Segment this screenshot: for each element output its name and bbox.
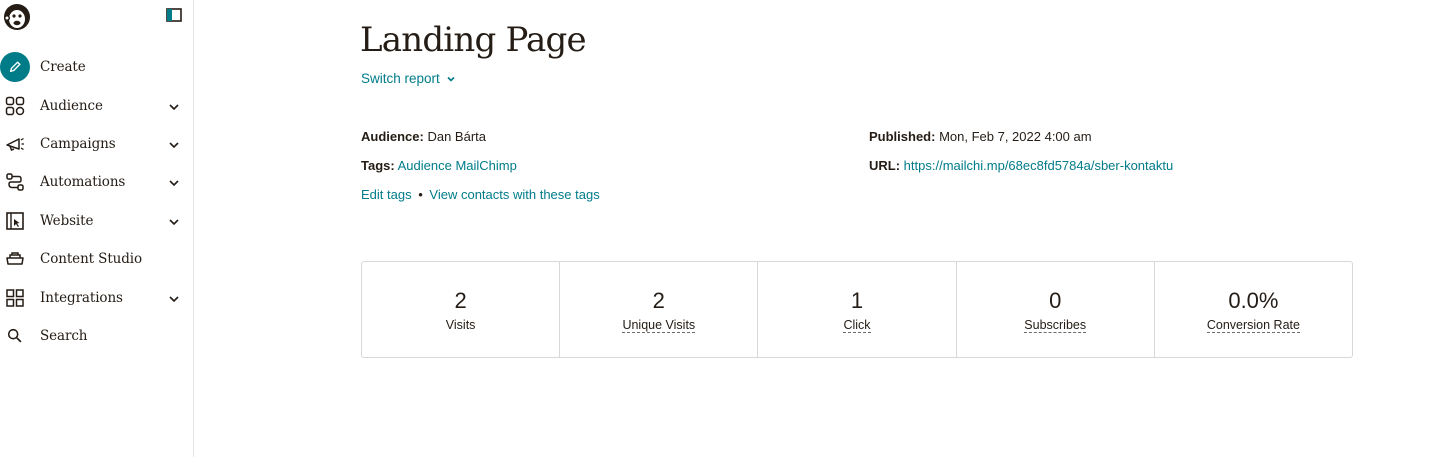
pencil-icon (0, 52, 30, 83)
sidebar-item-create[interactable]: Create (0, 48, 193, 86)
landing-page-url-link[interactable]: https://mailchi.mp/68ec8fd5784a/sber-kon… (904, 158, 1174, 173)
chevron-down-icon (168, 292, 180, 304)
edit-tags-link[interactable]: Edit tags (361, 187, 412, 202)
view-contacts-link[interactable]: View contacts with these tags (429, 187, 599, 202)
audience-value: Dan Bárta (427, 129, 487, 144)
separator: • (418, 187, 423, 202)
stat-label-tooltip[interactable]: Subscribes (1024, 318, 1087, 333)
page-title: Landing Page (360, 20, 587, 60)
sidebar-item-label: Integrations (40, 289, 123, 306)
tags-label: Tags: (361, 158, 395, 173)
sidebar-item-integrations[interactable]: Integrations (0, 278, 193, 316)
search-icon (4, 325, 26, 347)
published-info: Published: Mon, Feb 7, 2022 4:00 am (869, 129, 1092, 144)
published-label: Published: (869, 129, 936, 144)
sidebar-item-content-studio[interactable]: Content Studio (0, 240, 193, 278)
sidebar-item-search[interactable]: Search (0, 317, 193, 355)
audience-label: Audience: (361, 129, 424, 144)
switch-report-label: Switch report (361, 71, 440, 86)
sidebar-item-label: Content Studio (40, 251, 143, 268)
tag-actions: Edit tags • View contacts with these tag… (361, 187, 600, 202)
sidebar-item-label: Website (40, 212, 94, 229)
published-value: Mon, Feb 7, 2022 4:00 am (939, 129, 1092, 144)
tag-link[interactable]: Audience MailChimp (398, 158, 517, 173)
sidebar-item-website[interactable]: Website (0, 202, 193, 240)
stat-subscribes: 0 Subscribes (957, 262, 1155, 357)
sidebar-item-campaigns[interactable]: Campaigns (0, 125, 193, 163)
stat-label-tooltip[interactable]: Conversion Rate (1206, 318, 1300, 333)
chevron-down-icon (168, 100, 180, 112)
stat-value: 2 (454, 288, 467, 313)
url-label: URL: (869, 158, 901, 173)
sidebar: Create Audience Campaigns Automations We… (0, 0, 194, 457)
mailchimp-logo-icon[interactable] (2, 2, 32, 32)
chevron-down-icon (168, 138, 180, 150)
sidebar-nav: Create Audience Campaigns Automations We… (0, 48, 193, 355)
sidebar-item-label: Search (40, 327, 88, 344)
chevron-down-icon (168, 176, 180, 188)
stat-label: Visits (445, 318, 476, 332)
chevron-down-icon (447, 76, 455, 82)
stat-click: 1 Click (758, 262, 957, 357)
url-info: URL: https://mailchi.mp/68ec8fd5784a/sbe… (869, 158, 1173, 173)
stat-label-tooltip[interactable]: Click (843, 318, 871, 333)
stat-value: 0.0% (1228, 288, 1279, 313)
switch-report-button[interactable]: Switch report (361, 71, 456, 86)
sidebar-item-audience[interactable]: Audience (0, 86, 193, 124)
stat-value: 2 (652, 288, 665, 313)
automations-icon (4, 171, 26, 193)
sidebar-item-label: Campaigns (40, 135, 116, 152)
sidebar-item-label: Audience (40, 97, 103, 114)
chevron-down-icon (168, 215, 180, 227)
stat-conversion-rate: 0.0% Conversion Rate (1155, 262, 1352, 357)
stat-label-tooltip[interactable]: Unique Visits (622, 318, 696, 333)
megaphone-icon (4, 133, 26, 155)
integrations-icon (4, 287, 26, 309)
sidebar-item-label: Create (40, 59, 86, 76)
sidebar-item-label: Automations (40, 174, 126, 191)
audience-info: Audience: Dan Bárta (361, 129, 486, 144)
main-content: Landing Page Switch report Audience: Dan… (194, 0, 1453, 457)
app-root: Create Audience Campaigns Automations We… (0, 0, 1453, 457)
content-studio-icon (4, 248, 26, 270)
sidebar-item-automations[interactable]: Automations (0, 163, 193, 201)
audience-icon (4, 95, 26, 117)
tags-info: Tags: Audience MailChimp (361, 158, 517, 173)
stat-value: 1 (850, 288, 864, 313)
collapse-sidebar-icon[interactable] (166, 8, 182, 22)
stat-value: 0 (1049, 288, 1062, 313)
stats-panel: 2 Visits 2 Unique Visits 1 Click 0 Subsc… (361, 261, 1353, 358)
stat-visits: 2 Visits (362, 262, 561, 357)
stat-unique-visits: 2 Unique Visits (560, 262, 759, 357)
website-icon (4, 210, 26, 232)
